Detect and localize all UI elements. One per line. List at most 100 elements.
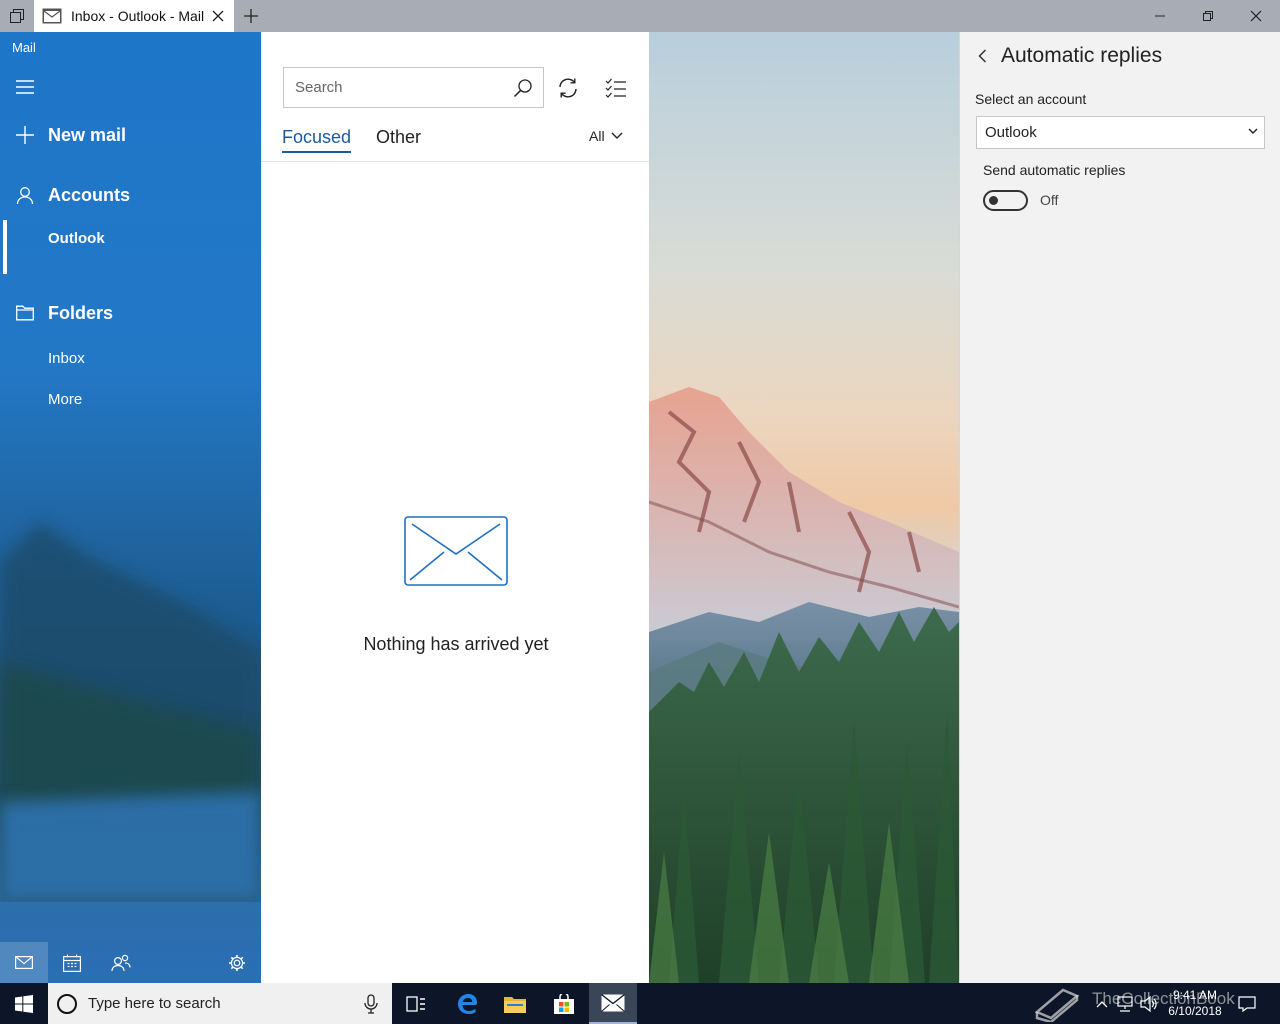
divider xyxy=(261,161,649,162)
edge-browser-icon xyxy=(458,993,477,1014)
toggle-knob xyxy=(989,196,998,205)
folders-button[interactable]: Folders xyxy=(0,298,261,328)
hamburger-menu-button[interactable] xyxy=(0,72,261,102)
mountain-landscape-image xyxy=(649,387,959,983)
task-view-button[interactable] xyxy=(392,983,440,1024)
windows-logo-icon xyxy=(15,994,33,1013)
sync-button[interactable] xyxy=(554,74,582,102)
taskbar-search-box[interactable]: Type here to search xyxy=(48,983,392,1024)
search-input[interactable] xyxy=(284,68,504,107)
auto-reply-toggle[interactable] xyxy=(983,190,1028,211)
calendar-switch-button[interactable] xyxy=(48,942,96,983)
network-button[interactable] xyxy=(1114,983,1136,1024)
close-window-button[interactable] xyxy=(1232,0,1280,32)
blurred-mountain-background xyxy=(0,522,261,902)
mail-app-icon xyxy=(601,993,625,1012)
person-icon xyxy=(15,185,35,205)
new-tab-icon[interactable] xyxy=(236,0,266,32)
new-mail-button[interactable]: New mail xyxy=(0,120,261,150)
empty-envelope-icon xyxy=(404,516,508,586)
calendar-icon xyxy=(63,954,81,972)
account-select[interactable]: Outlook xyxy=(976,116,1265,149)
background-image xyxy=(649,32,959,983)
chevron-left-icon xyxy=(977,49,986,63)
selection-mode-button[interactable] xyxy=(602,74,630,102)
mail-taskbar-button[interactable] xyxy=(589,983,637,1024)
speaker-icon xyxy=(1140,995,1157,1012)
account-select-value: Outlook xyxy=(985,124,1037,141)
checklist-icon xyxy=(605,78,626,98)
chevron-down-icon xyxy=(611,132,623,139)
folder-item-inbox[interactable]: Inbox xyxy=(0,344,261,372)
close-icon xyxy=(1250,10,1262,22)
microphone-icon[interactable] xyxy=(363,994,379,1014)
title-bar: Inbox - Outlook - Mail xyxy=(0,0,1280,32)
edge-button[interactable] xyxy=(443,983,491,1024)
accounts-button[interactable]: Accounts xyxy=(0,180,261,210)
settings-button[interactable] xyxy=(213,942,261,983)
gear-icon xyxy=(229,954,245,971)
chevron-down-icon xyxy=(1248,128,1258,134)
account-item-outlook[interactable]: Outlook xyxy=(0,224,261,252)
action-center-button[interactable] xyxy=(1234,983,1260,1024)
toggle-state-text: Off xyxy=(1040,192,1059,208)
taskbar-search-placeholder: Type here to search xyxy=(88,995,221,1012)
clock-date: 6/10/2018 xyxy=(1168,1004,1222,1018)
store-bag-icon xyxy=(554,993,574,1014)
show-hidden-icons-button[interactable] xyxy=(1092,983,1112,1024)
volume-button[interactable] xyxy=(1138,983,1160,1024)
folder-icon xyxy=(15,303,35,323)
start-button[interactable] xyxy=(0,983,48,1024)
empty-state-message: Nothing has arrived yet xyxy=(363,634,549,654)
minimize-button[interactable] xyxy=(1136,0,1184,32)
pane-title: Automatic replies xyxy=(1001,44,1163,67)
cortana-icon xyxy=(57,994,77,1014)
hamburger-icon xyxy=(15,77,35,97)
back-button[interactable] xyxy=(974,46,990,66)
restore-icon xyxy=(1203,11,1213,21)
filter-label: All xyxy=(589,128,605,144)
file-explorer-button[interactable] xyxy=(491,983,539,1024)
folder-item-more[interactable]: More xyxy=(0,385,261,413)
clock-time: 9:41 AM xyxy=(1172,988,1218,1002)
account-item-label: Outlook xyxy=(48,229,105,247)
plus-icon xyxy=(15,125,35,145)
taskbar: Type here to search TheCollectionBook 9:… xyxy=(0,983,1280,1024)
search-icon[interactable] xyxy=(513,78,533,98)
app-name: Mail xyxy=(12,40,36,55)
folder-item-label: Inbox xyxy=(48,349,85,367)
task-view-icon xyxy=(406,995,425,1012)
folder-icon xyxy=(504,996,526,1013)
folder-item-label: More xyxy=(48,390,83,408)
notification-icon xyxy=(1238,995,1256,1012)
search-box xyxy=(283,67,544,108)
window-tab[interactable]: Inbox - Outlook - Mail xyxy=(34,0,234,32)
accounts-label: Accounts xyxy=(48,184,131,205)
sync-icon xyxy=(559,78,577,98)
taskbar-clock[interactable]: 9:41 AM 6/10/2018 xyxy=(1160,987,1230,1019)
chevron-up-icon xyxy=(1096,1000,1108,1007)
tab-other[interactable]: Other xyxy=(376,127,421,148)
tab-title: Inbox - Outlook - Mail xyxy=(71,8,205,24)
automatic-replies-pane: Automatic replies Select an account Outl… xyxy=(959,32,1280,983)
tab-switcher-icon[interactable] xyxy=(0,0,34,32)
restore-button[interactable] xyxy=(1184,0,1232,32)
message-list-pane: Focused Other All Nothing has arrived ye… xyxy=(261,32,649,983)
people-switch-button[interactable] xyxy=(97,942,145,983)
new-mail-label: New mail xyxy=(48,124,127,145)
select-account-label: Select an account xyxy=(975,91,1087,107)
network-icon xyxy=(1117,995,1133,1012)
people-icon xyxy=(111,954,131,971)
minimize-icon xyxy=(1155,15,1165,17)
store-button[interactable] xyxy=(540,983,588,1024)
tab-focused[interactable]: Focused xyxy=(282,127,352,153)
mail-icon xyxy=(15,956,33,969)
mail-app-icon xyxy=(42,8,62,24)
navigation-pane: Mail New mail Accounts Outlook Folders I… xyxy=(0,32,261,983)
filter-dropdown[interactable]: All xyxy=(589,128,623,144)
mail-switch-button[interactable] xyxy=(0,942,48,983)
auto-reply-toggle-label: Send automatic replies xyxy=(983,162,1126,178)
app-switcher-bar xyxy=(0,942,261,983)
close-tab-icon[interactable] xyxy=(210,8,226,24)
watermark-book-icon xyxy=(1030,983,1086,1024)
